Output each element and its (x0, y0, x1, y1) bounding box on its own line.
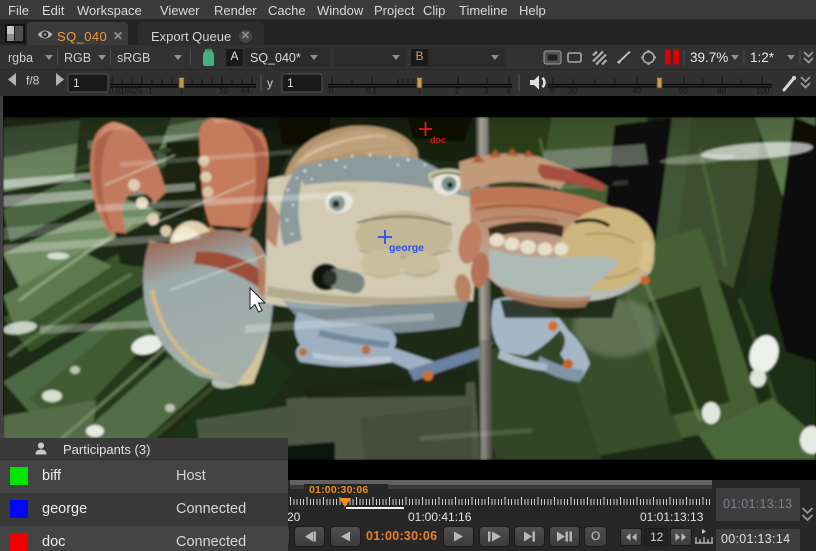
svg-text:george: george (389, 242, 424, 254)
svg-text:1: 1 (73, 76, 80, 90)
svg-text:39.7%: 39.7% (690, 50, 728, 65)
svg-text:y: y (267, 76, 273, 90)
svg-text:100: 100 (756, 87, 770, 96)
svg-text:f/8: f/8 (26, 74, 40, 88)
svg-text:.1: .1 (146, 87, 153, 96)
svg-text:64: 64 (241, 87, 250, 96)
svg-text:40: 40 (632, 87, 641, 96)
svg-text:60: 60 (679, 87, 688, 96)
svg-text:0.015625: 0.015625 (109, 87, 143, 96)
svg-text:2: 2 (455, 87, 460, 96)
svg-text:20: 20 (568, 87, 577, 96)
svg-text:doc: doc (430, 135, 446, 145)
svg-text:0.1: 0.1 (366, 87, 378, 96)
svg-text:1:2*: 1:2* (750, 50, 775, 65)
svg-text:4: 4 (506, 87, 511, 96)
svg-text:3: 3 (484, 87, 489, 96)
svg-text:0: 0 (329, 87, 334, 96)
svg-text:0: 0 (550, 87, 555, 96)
svg-text:1: 1 (287, 76, 294, 90)
svg-text:10: 10 (219, 87, 228, 96)
svg-text:80: 80 (717, 87, 726, 96)
